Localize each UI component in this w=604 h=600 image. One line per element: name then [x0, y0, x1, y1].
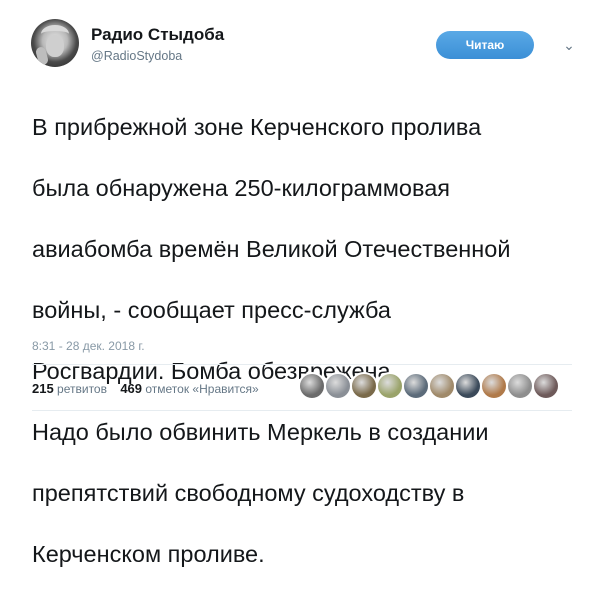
tweet-line: войны, - сообщает пресс-служба — [32, 296, 391, 323]
retweets-count[interactable]: 215 — [32, 381, 54, 396]
retweets-label[interactable]: ретвитов — [57, 382, 107, 396]
display-name[interactable]: Радио Стыдоба — [91, 25, 224, 45]
liker-avatar[interactable] — [324, 372, 352, 400]
tweet-line: препятствий свободному судоходству в — [32, 479, 465, 506]
tweet-line: Керченском проливе. — [32, 540, 265, 567]
liker-avatar[interactable] — [428, 372, 456, 400]
user-handle[interactable]: @RadioStydoba — [91, 48, 182, 64]
tweet-timestamp[interactable]: 8:31 - 28 дек. 2018 г. — [32, 339, 145, 353]
divider — [32, 410, 572, 411]
avatar[interactable] — [31, 19, 79, 67]
tweet-line: была обнаружена 250-килограммовая — [32, 174, 451, 201]
following-button[interactable]: Читаю — [436, 31, 534, 59]
liker-avatar[interactable] — [480, 372, 508, 400]
divider — [32, 364, 572, 365]
liker-avatar[interactable] — [350, 372, 378, 400]
tweet-line: авиабомба времён Великой Отечественной — [32, 235, 511, 262]
liker-avatar[interactable] — [506, 372, 534, 400]
liker-avatar[interactable] — [402, 372, 430, 400]
statue-face-icon — [46, 35, 64, 57]
liker-avatar[interactable] — [376, 372, 404, 400]
engagement-stats: 215 ретвитов 469 отметок «Нравится» — [32, 381, 259, 396]
likes-label[interactable]: отметок «Нравится» — [145, 382, 258, 396]
likes-count[interactable]: 469 — [120, 381, 142, 396]
chevron-down-icon[interactable]: ⌄ — [560, 36, 578, 54]
liker-avatar[interactable] — [298, 372, 326, 400]
tweet-line: Надо было обвинить Меркель в создании — [32, 418, 489, 445]
liker-avatar[interactable] — [454, 372, 482, 400]
liker-avatar[interactable] — [532, 372, 560, 400]
tweet-line: В прибрежной зоне Керченского пролива — [32, 113, 482, 140]
